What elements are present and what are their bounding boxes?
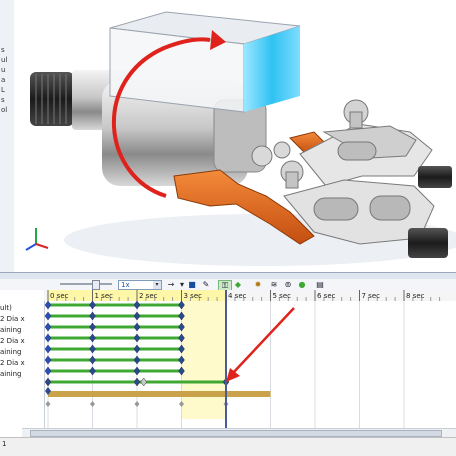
feature-tree-item[interactable]: s [1, 46, 5, 54]
time-label: 4 sec [228, 292, 247, 300]
graphics-viewport[interactable] [14, 0, 456, 272]
timeline-track-area[interactable]: 0 sec 1 sec 2 sec 3 sec 4 sec 5 sec 6 sec 7 sec… [44, 290, 456, 438]
timeline-row-name[interactable]: 2 Dia x [0, 337, 25, 345]
coordinate-triad [25, 228, 49, 251]
motion-timeline[interactable]: ult) 2 Dia x aining 2 Dia x aining 2 Dia… [0, 290, 456, 438]
time-label: 2 sec [139, 292, 158, 300]
highlight-band [181, 301, 226, 419]
keypoint[interactable] [133, 300, 141, 310]
motion-toolbar: 1x ▾ → ▾ ■ ✎ ⚿ ◆ ✹ ≋ ⊚ ● ▤ [0, 279, 456, 291]
calculate-icon[interactable]: ✎ [200, 280, 212, 289]
keypoint[interactable] [133, 377, 141, 387]
keypoint[interactable] [44, 355, 52, 365]
keypoint[interactable] [90, 401, 95, 407]
time-label: 0 sec [50, 292, 69, 300]
keypoint[interactable] [133, 333, 141, 343]
feature-tree-item[interactable]: ol [1, 106, 7, 114]
keypoint[interactable] [89, 366, 96, 376]
chevron-down-icon[interactable]: ▾ [153, 281, 161, 289]
play-forward-icon[interactable]: → [164, 280, 178, 289]
keypoint[interactable] [133, 355, 141, 365]
feature-tree-item[interactable]: u [1, 66, 5, 74]
timeline-zoom-slider[interactable] [60, 283, 112, 285]
timeline-tracks[interactable]: 0 sec 1 sec 2 sec 3 sec 4 sec 5 sec 6 sec 7 sec… [44, 290, 456, 438]
status-bar: 1 [0, 437, 456, 456]
keypoint[interactable] [133, 344, 141, 354]
feature-tree-panel[interactable]: s ul u a L s ol [0, 0, 15, 272]
time-label: 3 sec [184, 292, 203, 300]
time-label: 1 sec [95, 292, 114, 300]
time-label: 6 sec [317, 292, 336, 300]
playback-speed-select[interactable]: 1x ▾ [118, 280, 162, 290]
keypoint[interactable] [44, 311, 52, 321]
keypoint[interactable] [44, 300, 52, 310]
keypoint[interactable] [89, 355, 96, 365]
timeline-row-name[interactable]: ult) [0, 304, 12, 312]
spring-icon[interactable]: ≋ [268, 280, 280, 289]
keypoint[interactable] [44, 333, 52, 343]
feature-tree-item[interactable]: s [1, 96, 5, 104]
timeline-horizontal-scrollbar[interactable] [22, 428, 456, 437]
status-index: 1 [2, 440, 7, 448]
scrollbar-thumb[interactable] [30, 430, 442, 437]
save-animation-icon[interactable]: ■ [186, 280, 198, 289]
timeline-row-name[interactable]: aining [0, 348, 22, 356]
keypoint[interactable] [140, 377, 147, 387]
time-label: 7 sec [362, 292, 381, 300]
chevron-down-icon[interactable]: ▾ [178, 280, 186, 289]
keypoint[interactable] [133, 311, 141, 321]
shaft-grip [30, 72, 74, 126]
keypoint[interactable] [89, 311, 96, 321]
annotation-arrow [231, 307, 295, 375]
timeline-row-name[interactable]: aining [0, 326, 22, 334]
add-update-key-icon[interactable]: ◆ [232, 280, 244, 289]
keypoint[interactable] [133, 322, 141, 332]
playback-speed-value: 1x [121, 281, 130, 289]
app-window: s ul u a L s ol 1x ▾ → ▾ ■ ✎ ⚿ ◆ ✹ ≋ ⊚ ●… [0, 0, 456, 456]
gravity-icon[interactable]: ● [296, 280, 308, 289]
keypoint[interactable] [89, 344, 96, 354]
keypoint[interactable] [44, 344, 52, 354]
motor-duration-bar[interactable] [48, 391, 271, 397]
results-plot-icon[interactable]: ▤ [314, 280, 326, 289]
timeline-row-name[interactable]: 2 Dia x [0, 315, 25, 323]
keypoint[interactable] [89, 333, 96, 343]
contact-icon[interactable]: ⊚ [282, 280, 294, 289]
feature-tree-item[interactable]: a [1, 76, 5, 84]
timeline-row-name[interactable]: aining [0, 370, 22, 378]
model-render [25, 11, 456, 266]
keypoint[interactable] [133, 366, 141, 376]
feature-tree-item[interactable]: ul [1, 56, 7, 64]
keypoint[interactable] [89, 300, 96, 310]
timeline-row-name[interactable]: 2 Dia x [0, 359, 25, 367]
keypoint[interactable] [89, 322, 96, 332]
annotation-arrowhead [226, 368, 240, 382]
timeline-row-names: ult) 2 Dia x aining 2 Dia x aining 2 Dia… [0, 290, 45, 438]
keypoint[interactable] [45, 401, 51, 407]
motor-icon[interactable]: ✹ [252, 280, 264, 289]
keypoint[interactable] [44, 366, 52, 376]
time-label: 8 sec [406, 292, 425, 300]
keypoint[interactable] [44, 377, 52, 387]
keypoint[interactable] [134, 401, 140, 407]
time-label: 5 sec [273, 292, 292, 300]
zoom-slider-thumb[interactable] [92, 280, 100, 290]
feature-tree-item[interactable]: L [1, 86, 5, 94]
keypoint[interactable] [44, 322, 52, 332]
